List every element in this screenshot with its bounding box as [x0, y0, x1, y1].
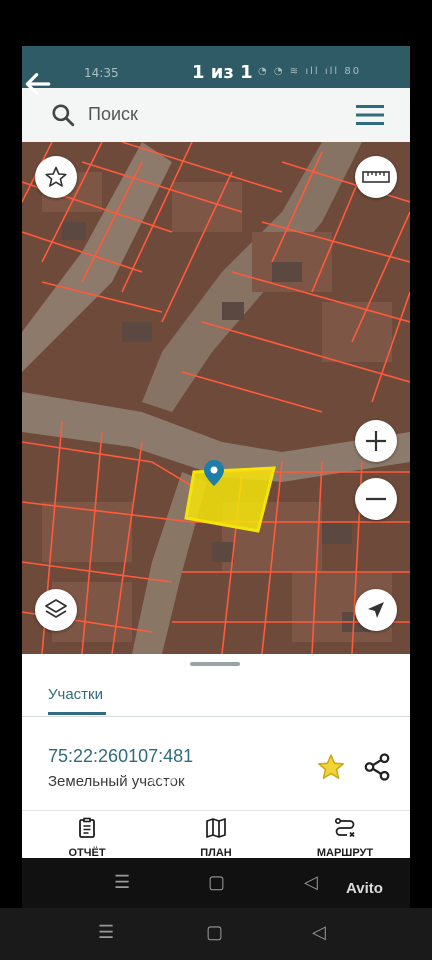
- screenshot-frame: 14:35 ◔ ◔ ≋ ıll ıll 80 Поиск Участки 75:…: [22, 46, 410, 858]
- plus-icon: [366, 431, 386, 451]
- menu-icon[interactable]: [356, 104, 384, 126]
- map-view[interactable]: [22, 142, 410, 654]
- watermark: ID 3124…000: [150, 760, 322, 790]
- battery-level: 80: [344, 66, 362, 77]
- minus-icon: [366, 497, 386, 501]
- clipboard-icon: [79, 817, 95, 838]
- recents-icon: ☰: [114, 872, 131, 892]
- tab-parcels[interactable]: Участки: [48, 686, 103, 703]
- zoom-in-button[interactable]: [355, 420, 397, 462]
- star-outline-icon: [45, 166, 67, 187]
- ruler-icon: [362, 171, 390, 183]
- share-icon[interactable]: [362, 752, 392, 782]
- parcel-sheet: Участки 75:22:260107:481 Земельный участ…: [22, 654, 410, 858]
- sheet-drag-handle[interactable]: [190, 662, 240, 666]
- nav-route[interactable]: МАРШРУТ: [295, 816, 395, 858]
- nav-route-label: МАРШРУТ: [316, 847, 374, 858]
- recents-button-icon[interactable]: ☰: [98, 922, 114, 943]
- home-icon: ▢: [208, 872, 226, 892]
- divider: [22, 810, 410, 811]
- viewer-top-bar: [0, 0, 432, 46]
- home-button-icon[interactable]: ▢: [206, 922, 223, 943]
- nav-report[interactable]: ОТЧЁТ: [37, 816, 137, 858]
- back-button-icon[interactable]: ◁: [312, 922, 326, 943]
- favorite-map-button[interactable]: [35, 156, 77, 198]
- nav-report-label: ОТЧЁТ: [68, 847, 106, 858]
- nav-plan-label: ПЛАН: [200, 847, 232, 858]
- search-bar[interactable]: Поиск: [22, 88, 410, 143]
- avito-logo: Avito: [346, 880, 383, 897]
- route-icon: [334, 817, 355, 838]
- map-icon: [206, 818, 226, 838]
- zoom-out-button[interactable]: [355, 478, 397, 520]
- search-input[interactable]: Поиск: [88, 104, 138, 125]
- satellite-map: [22, 142, 410, 654]
- divider: [22, 716, 410, 717]
- image-counter: 1 из 1: [192, 62, 253, 83]
- ruler-button[interactable]: [355, 156, 397, 198]
- status-icons: ◔ ◔ ≋ ıll ıll 80: [258, 66, 362, 77]
- navigation-arrow-icon: [368, 602, 384, 618]
- layers-button[interactable]: [35, 589, 77, 631]
- search-icon[interactable]: [50, 102, 76, 128]
- status-time: 14:35: [84, 66, 119, 80]
- back-arrow-icon[interactable]: [22, 68, 54, 100]
- back-icon: ◁: [304, 872, 318, 892]
- system-nav-bar: ☰ ▢ ◁: [0, 908, 432, 960]
- layers-icon: [45, 599, 67, 618]
- my-location-button[interactable]: [355, 589, 397, 631]
- tab-underline: [48, 712, 106, 715]
- nav-plan[interactable]: ПЛАН: [166, 816, 266, 858]
